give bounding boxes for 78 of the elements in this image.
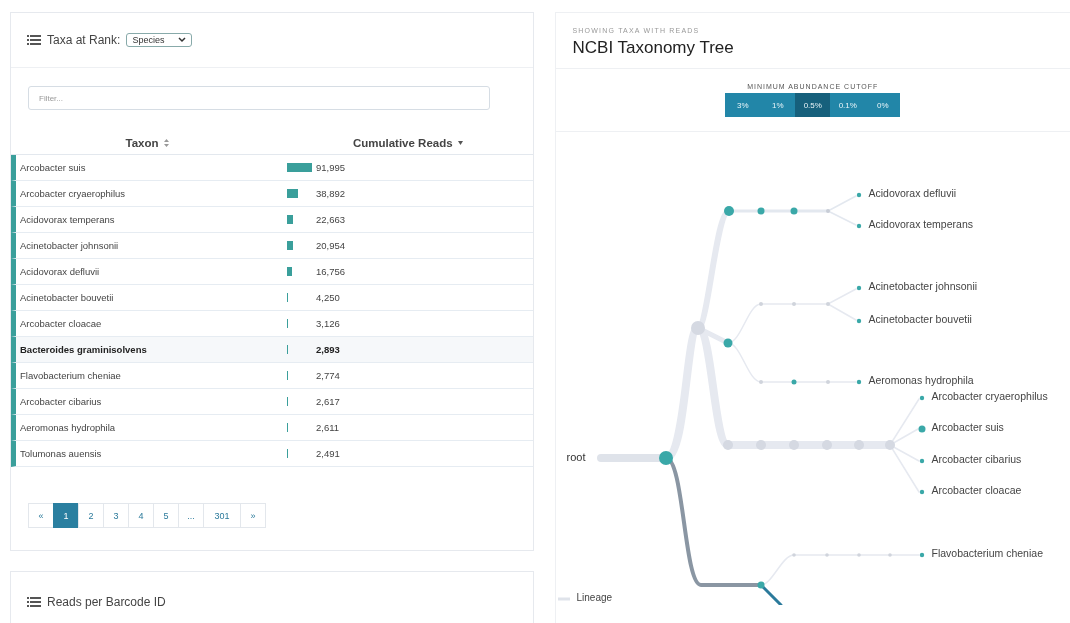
table-row[interactable]: Flavobacterium cheniae 2,774 bbox=[11, 363, 533, 389]
chevron-icon bbox=[178, 37, 187, 43]
cutoff-button[interactable]: 3% bbox=[725, 93, 761, 117]
taxon-name: Acidovorax defluvii bbox=[20, 266, 100, 277]
page-button[interactable]: » bbox=[240, 503, 266, 528]
read-count: 2,491 bbox=[316, 448, 340, 459]
leaf-label[interactable]: Acinetobacter johnsonii bbox=[868, 280, 978, 292]
reads-bar bbox=[287, 215, 293, 224]
taxon-name: Bacteroides graminisolvens bbox=[20, 344, 147, 355]
legend-label: Lineage bbox=[576, 592, 613, 603]
column-header[interactable]: Cumulative Reads bbox=[352, 137, 453, 149]
panel-title: Reads per Barcode ID bbox=[47, 595, 166, 609]
table-row[interactable]: Tolumonas auensis 2,491 bbox=[11, 441, 533, 467]
page-button[interactable]: « bbox=[28, 503, 54, 528]
page-button[interactable]: 5 bbox=[153, 503, 179, 528]
taxon-name: Acinetobacter johnsonii bbox=[20, 240, 119, 251]
table-row[interactable]: Bacteroides graminisolvens 2,893 bbox=[11, 337, 533, 363]
tree-title: NCBI Taxonomy Tree bbox=[572, 38, 735, 58]
read-count: 2,774 bbox=[316, 370, 340, 381]
leaf-label[interactable]: Arcobacter cryaerophilus bbox=[931, 390, 1048, 402]
taxon-name: Flavobacterium cheniae bbox=[20, 370, 121, 381]
cutoff-button[interactable]: 0% bbox=[865, 93, 901, 117]
read-count: 20,954 bbox=[316, 240, 346, 251]
cutoff-button[interactable]: 0.5% bbox=[795, 93, 831, 117]
rank-select[interactable]: Species bbox=[126, 33, 193, 47]
read-count: 4,250 bbox=[316, 292, 340, 303]
table-row[interactable]: Arcobacter cryaerophilus 38,892 bbox=[11, 181, 533, 207]
list-icon bbox=[27, 597, 41, 607]
table-row[interactable]: Aeromonas hydrophila 2,611 bbox=[11, 415, 533, 441]
read-count: 22,663 bbox=[316, 214, 346, 225]
table-row[interactable]: Arcobacter cibarius 2,617 bbox=[11, 389, 533, 415]
list-icon bbox=[27, 35, 41, 45]
table-row[interactable]: Acidovorax temperans 22,663 bbox=[11, 207, 533, 233]
taxon-name: Tolumonas auensis bbox=[20, 448, 102, 459]
page-button[interactable]: 1 bbox=[53, 503, 79, 528]
taxon-name: Arcobacter cloacae bbox=[20, 318, 102, 329]
leaf-label[interactable]: Arcobacter cibarius bbox=[931, 453, 1022, 465]
cutoff-button[interactable]: 0.1% bbox=[830, 93, 866, 117]
read-count: 91,995 bbox=[316, 162, 346, 173]
page-button[interactable]: 4 bbox=[128, 503, 154, 528]
page-button[interactable]: 301 bbox=[203, 503, 241, 528]
reads-bar bbox=[287, 241, 293, 250]
table-row[interactable]: Acidovorax defluvii 16,756 bbox=[11, 259, 533, 285]
read-count: 38,892 bbox=[316, 188, 346, 199]
read-count: 2,611 bbox=[316, 422, 340, 433]
root-label: root bbox=[566, 451, 586, 463]
column-header[interactable]: Taxon bbox=[125, 137, 159, 149]
read-count: 3,126 bbox=[316, 318, 340, 329]
sort-descending-icon bbox=[457, 141, 463, 145]
read-count: 2,617 bbox=[316, 396, 340, 407]
table-row[interactable]: Arcobacter suis 91,995 bbox=[11, 155, 533, 181]
leaf-label[interactable]: Acidovorax defluvii bbox=[868, 187, 957, 199]
page-button[interactable]: ... bbox=[178, 503, 204, 528]
leaf-label[interactable]: Acidovorax temperans bbox=[868, 218, 973, 230]
read-count: 2,893 bbox=[316, 344, 340, 355]
taxon-name: Arcobacter cryaerophilus bbox=[20, 188, 126, 199]
cutoff-button[interactable]: 1% bbox=[760, 93, 796, 117]
leaf-label[interactable]: Aeromonas hydrophila bbox=[868, 374, 974, 386]
table-row[interactable]: Acinetobacter johnsonii 20,954 bbox=[11, 233, 533, 259]
sort-icon bbox=[163, 139, 169, 147]
page-button[interactable]: 2 bbox=[78, 503, 104, 528]
reads-bar bbox=[287, 163, 312, 172]
leaf-label[interactable]: Acinetobacter bouvetii bbox=[868, 313, 972, 325]
leaf-label[interactable]: Arcobacter suis bbox=[931, 421, 1004, 433]
taxon-name: Aeromonas hydrophila bbox=[20, 422, 116, 433]
reads-bar bbox=[287, 189, 298, 198]
taxon-name: Arcobacter suis bbox=[20, 162, 86, 173]
leaf-label[interactable]: Arcobacter cloacae bbox=[931, 484, 1022, 496]
read-count: 16,756 bbox=[316, 266, 346, 277]
reads-bar bbox=[287, 267, 292, 276]
taxon-name: Acidovorax temperans bbox=[20, 214, 115, 225]
table-row[interactable]: Acinetobacter bouvetii 4,250 bbox=[11, 285, 533, 311]
taxon-name: Acinetobacter bouvetii bbox=[20, 292, 114, 303]
filter-field[interactable]: Filter... bbox=[28, 86, 490, 110]
panel-title: Taxa at Rank: bbox=[47, 33, 121, 47]
leaf-label[interactable]: Flavobacterium cheniae bbox=[931, 547, 1043, 559]
taxon-name: Arcobacter cibarius bbox=[20, 396, 102, 407]
page-button[interactable]: 3 bbox=[103, 503, 129, 528]
